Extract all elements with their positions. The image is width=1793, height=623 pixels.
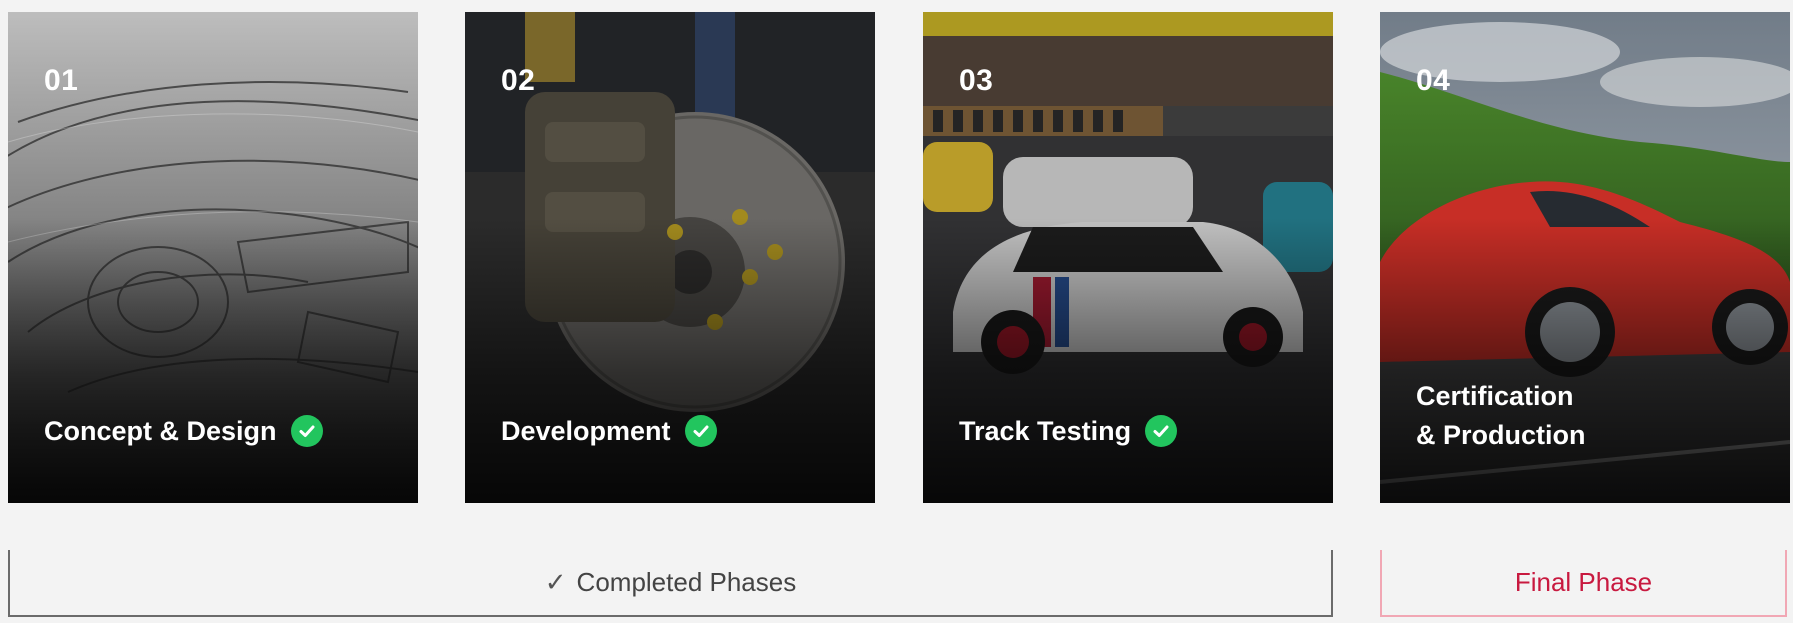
check-circle-icon xyxy=(1145,415,1178,448)
phase-title-text: Track Testing xyxy=(959,415,1132,446)
phase-number: 02 xyxy=(501,64,536,97)
phase-number: 03 xyxy=(959,64,994,97)
phase-title-line2: & Production xyxy=(1416,419,1586,450)
phase-title: Certification & Production xyxy=(1416,377,1586,455)
phase-card-development[interactable]: 02 Development xyxy=(465,12,875,503)
final-phase-group: Final Phase xyxy=(1380,550,1787,617)
phase-title-text: Development xyxy=(501,415,671,446)
phase-number: 04 xyxy=(1416,64,1451,97)
checkmark-icon: ✓ xyxy=(544,567,567,597)
check-circle-icon xyxy=(290,415,323,448)
final-phase-label: Final Phase xyxy=(1514,567,1653,597)
phase-card-certification-production[interactable]: 04 Certification & Production xyxy=(1380,12,1790,503)
phases-section: 01 Concept & Design 02 Development 03 Tr… xyxy=(0,0,1793,623)
phase-card-track-testing[interactable]: 03 Track Testing xyxy=(923,12,1333,503)
phase-title: Development xyxy=(501,412,717,451)
phase-number: 01 xyxy=(44,64,79,97)
phase-title: Track Testing xyxy=(959,412,1178,451)
phase-title: Concept & Design xyxy=(44,412,323,451)
phase-card-concept-design[interactable]: 01 Concept & Design xyxy=(8,12,418,503)
check-circle-icon xyxy=(684,415,717,448)
phase-title-line1: Certification xyxy=(1416,380,1574,411)
completed-phases-group: ✓ Completed Phases xyxy=(8,550,1333,617)
phase-title-text: Concept & Design xyxy=(44,415,277,446)
completed-phases-label: Completed Phases xyxy=(576,567,797,597)
